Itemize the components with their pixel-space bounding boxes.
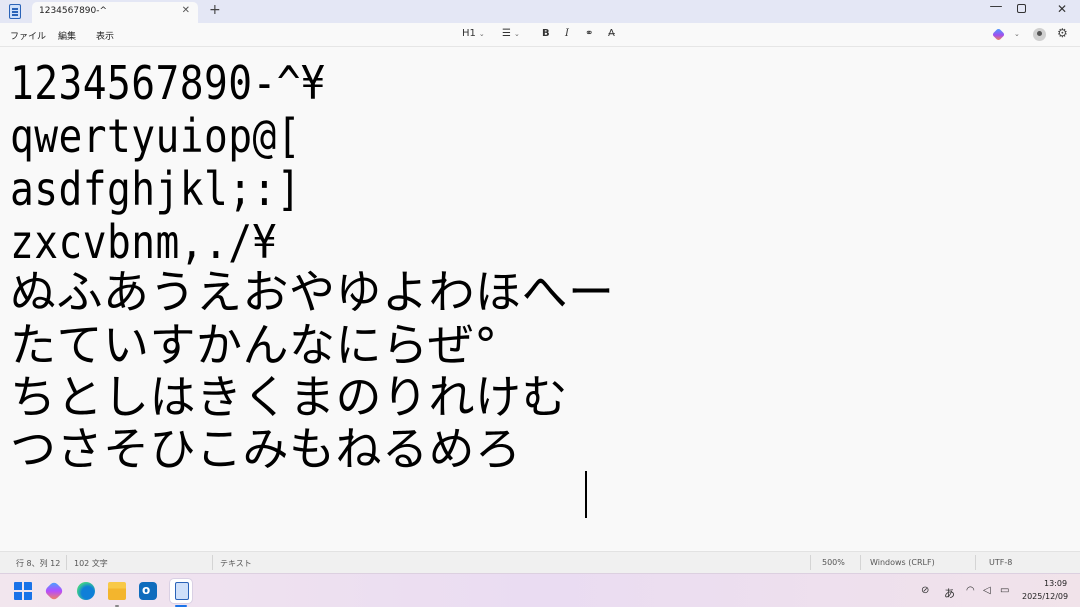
chevron-down-icon: ⌄ [478,30,485,38]
document-tab[interactable]: 1234567890-^ ✕ [32,2,198,23]
link-icon[interactable]: ⚭ [585,28,593,39]
editor-line: ちとしはきくまのりれけむ [10,370,568,424]
account-icon[interactable] [1033,28,1046,41]
editor-line: ぬふあうえおやゆよわほへー [10,265,615,319]
editor-line: 1234567890-^¥ [10,56,326,110]
file-explorer-icon[interactable] [108,582,126,600]
editor-line: asdfghjkl;:] [10,162,301,216]
notepad-app-icon [9,4,21,19]
editor-line: つさそひこみもねるめろ [10,422,522,476]
title-bar: 1234567890-^ ✕ + — ✕ [0,0,1080,23]
heading-label: H1 [462,28,476,39]
encoding[interactable]: UTF-8 [989,558,1012,567]
gear-icon[interactable]: ⚙ [1057,26,1068,40]
chevron-down-icon: ⌄ [513,30,520,38]
bold-button[interactable]: B [542,28,550,39]
divider [66,555,67,570]
text-editor[interactable]: 1234567890-^¥ qwertyuiop@[ asdfghjkl;:] … [0,48,1080,551]
minimize-button[interactable]: — [985,0,1007,14]
chevron-down-icon[interactable]: ⌄ [1011,28,1020,39]
maximize-button[interactable] [1017,4,1026,13]
notepad-taskbar-icon[interactable] [170,579,192,603]
clock-date[interactable]: 2025/12/09 [1022,592,1068,601]
onedrive-icon[interactable]: ⊘ [921,585,929,596]
tab-close-icon[interactable]: ✕ [182,5,190,16]
menu-view[interactable]: 表示 [96,29,114,42]
zoom-level[interactable]: 500% [822,558,845,567]
wifi-icon[interactable]: ◠ [966,585,975,596]
taskbar: ⊘ あ ◠ ◁ ▭ 13:09 2025/12/09 [0,573,1080,607]
menu-bar: ファイル 編集 表示 H1 ⌄ ☰ ⌄ B I ⚭ A̶ ⌄ ⚙ [0,23,1080,47]
character-count: 102 文字 [74,559,108,568]
cursor-position: 行 8、列 12 [16,559,61,568]
volume-icon[interactable]: ◁ [983,585,991,596]
editor-line: zxcvbnm,./¥ [10,215,277,269]
editor-line: qwertyuiop@[ [10,109,301,163]
divider [810,555,811,570]
clear-formatting-button[interactable]: A̶ [608,28,615,39]
new-tab-button[interactable]: + [209,2,221,18]
edge-browser-icon[interactable] [77,582,95,600]
divider [212,555,213,570]
status-bar: 行 8、列 12 102 文字 テキスト 500% Windows (CRLF)… [0,551,1080,573]
heading-dropdown[interactable]: H1 ⌄ [462,28,485,39]
menu-edit[interactable]: 編集 [58,29,76,42]
copilot-icon[interactable] [991,27,1006,42]
ime-indicator[interactable]: あ [944,585,955,601]
menu-file[interactable]: ファイル [10,29,46,42]
divider [975,555,976,570]
divider [860,555,861,570]
battery-icon[interactable]: ▭ [1000,585,1009,596]
outlook-icon[interactable] [139,582,157,600]
copilot-taskbar-icon[interactable] [43,580,65,602]
format-indicator: テキスト [220,559,252,568]
start-button[interactable] [14,582,32,600]
line-ending[interactable]: Windows (CRLF) [870,558,935,567]
close-button[interactable]: ✕ [1051,2,1073,16]
text-caret [585,471,587,518]
clock-time[interactable]: 13:09 [1044,579,1067,588]
italic-button[interactable]: I [565,28,569,39]
tab-title: 1234567890-^ [39,6,108,16]
editor-line: たていすかんなにらぜ° [10,318,498,372]
list-dropdown[interactable]: ☰ ⌄ [502,28,520,39]
list-icon: ☰ [502,28,511,39]
